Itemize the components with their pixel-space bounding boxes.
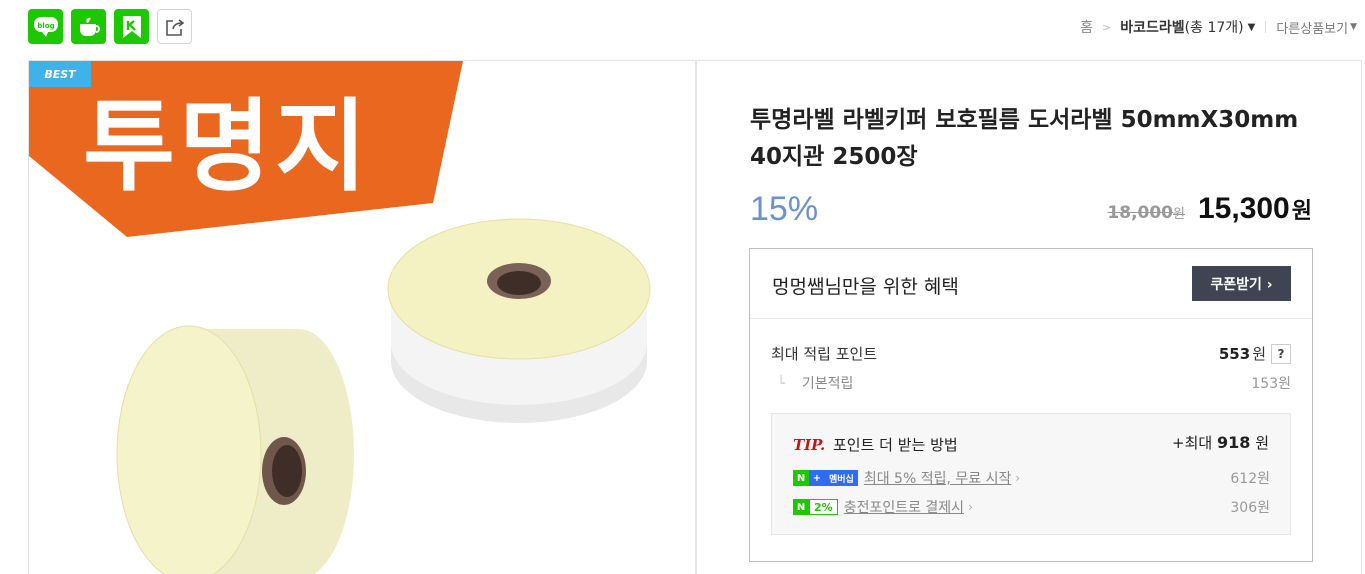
label-roll-left bbox=[116, 325, 354, 574]
max-point-row: 최대 적립 포인트 553 원 ? bbox=[771, 343, 1291, 364]
product-image-panel[interactable]: BEST 투명지 bbox=[28, 60, 696, 574]
coupon-button[interactable]: 쿠폰받기 › bbox=[1192, 266, 1291, 301]
keep-share-button[interactable] bbox=[114, 9, 149, 44]
naver-n-icon: N bbox=[793, 499, 809, 515]
product-image: 투명지 bbox=[29, 61, 651, 574]
panel-right-border bbox=[1361, 60, 1362, 574]
benefit-header: 멍멍쌤님만을 위한 혜택 쿠폰받기 › bbox=[750, 249, 1312, 319]
charge-point-value: 306원 bbox=[1230, 500, 1270, 516]
tree-elbow-icon: └ bbox=[777, 376, 786, 392]
tip-label: TIP. bbox=[793, 436, 826, 454]
membership-value: 612원 bbox=[1230, 471, 1270, 487]
base-point-label: 기본적립 bbox=[801, 376, 854, 392]
keep-icon bbox=[122, 15, 141, 38]
other-products-link[interactable]: 다른상품보기 bbox=[1276, 18, 1348, 37]
blog-share-button[interactable]: blog bbox=[28, 9, 63, 44]
naver-n-icon: N bbox=[793, 470, 809, 486]
chevron-right-icon: > bbox=[1102, 20, 1112, 34]
membership-badge-text: 멤버십 bbox=[825, 470, 858, 486]
sale-price: 15,300 bbox=[1197, 192, 1290, 225]
tip-max-point: +최대 918 원 bbox=[1172, 432, 1269, 453]
caret-down-icon[interactable]: ▼ bbox=[1350, 22, 1357, 32]
base-point-row: └ 기본적립 153원 bbox=[777, 373, 1291, 393]
benefit-title: 멍멍쌤님만을 위한 혜택 bbox=[772, 276, 959, 298]
plus-icon: + bbox=[809, 470, 825, 486]
panel-divider bbox=[696, 60, 697, 574]
tip-max-unit: 원 bbox=[1255, 434, 1269, 452]
caret-down-icon[interactable]: ▼ bbox=[1248, 22, 1256, 33]
tip-max-value: 918 bbox=[1217, 433, 1251, 452]
label-roll-right bbox=[387, 218, 651, 423]
discount-rate: 15% bbox=[750, 190, 819, 228]
charge-point-link[interactable]: 충전포인트로 결제시 bbox=[844, 497, 964, 517]
charge-point-tip-row[interactable]: N 2% 충전포인트로 결제시 › 306원 bbox=[793, 497, 1270, 517]
max-point-value-group: 553 원 ? bbox=[1219, 343, 1291, 364]
chevron-right-icon: › bbox=[1015, 471, 1021, 485]
cafe-share-button[interactable] bbox=[71, 9, 106, 44]
share-bar: blog bbox=[28, 9, 192, 44]
share-button[interactable] bbox=[157, 9, 192, 44]
share-icon bbox=[165, 18, 184, 36]
tip-max-prefix: +최대 bbox=[1172, 434, 1213, 452]
charge-badge-text: 2% bbox=[809, 499, 838, 515]
charge-badge: N 2% bbox=[793, 499, 838, 515]
original-price-unit: 원 bbox=[1173, 207, 1185, 222]
base-point-value: 153원 bbox=[1251, 376, 1291, 392]
breadcrumb-category[interactable]: 바코드라벨 bbox=[1120, 17, 1184, 37]
product-title: 투명라벨 라벨키퍼 보호필름 도서라벨 50mmX30mm 40지관 2500장 bbox=[750, 107, 1299, 170]
help-icon[interactable]: ? bbox=[1271, 343, 1291, 364]
breadcrumb-home[interactable]: 홈 bbox=[1080, 17, 1093, 37]
blog-icon-label: blog bbox=[37, 22, 54, 30]
max-point-label: 최대 적립 포인트 bbox=[771, 345, 878, 363]
sale-price-unit: 원 bbox=[1291, 199, 1312, 224]
breadcrumb-divider bbox=[1265, 21, 1267, 33]
membership-badge: N + 멤버십 bbox=[793, 470, 858, 486]
membership-tip-row[interactable]: N + 멤버십 최대 5% 적립, 무료 시작 › 612원 bbox=[793, 468, 1270, 488]
blog-icon: blog bbox=[33, 16, 58, 37]
tip-heading: TIP. 포인트 더 받는 방법 bbox=[793, 434, 958, 455]
best-badge: BEST bbox=[29, 61, 91, 87]
membership-link[interactable]: 최대 5% 적립, 무료 시작 bbox=[864, 468, 1012, 488]
breadcrumb: 홈 > 바코드라벨 (총 17개) ▼ 다른상품보기 ▼ bbox=[1080, 17, 1357, 37]
max-point-unit: 원 bbox=[1252, 345, 1266, 363]
tip-box: TIP. 포인트 더 받는 방법 +최대 918 원 N + 멤버십 최대 5%… bbox=[771, 413, 1291, 535]
tip-title: 포인트 더 받는 방법 bbox=[832, 436, 958, 454]
breadcrumb-count: (총 17개) bbox=[1184, 20, 1244, 36]
price-box: 18,000 원 15,300 원 bbox=[1107, 192, 1312, 226]
banner-text: 투명지 bbox=[83, 88, 371, 205]
max-point-value: 553 bbox=[1218, 344, 1251, 363]
chevron-right-icon: › bbox=[968, 500, 973, 514]
original-price: 18,000 bbox=[1107, 203, 1174, 223]
cafe-icon bbox=[79, 17, 100, 36]
benefit-box: 멍멍쌤님만을 위한 혜택 쿠폰받기 › 최대 적립 포인트 553 원 ? └ … bbox=[749, 248, 1313, 562]
